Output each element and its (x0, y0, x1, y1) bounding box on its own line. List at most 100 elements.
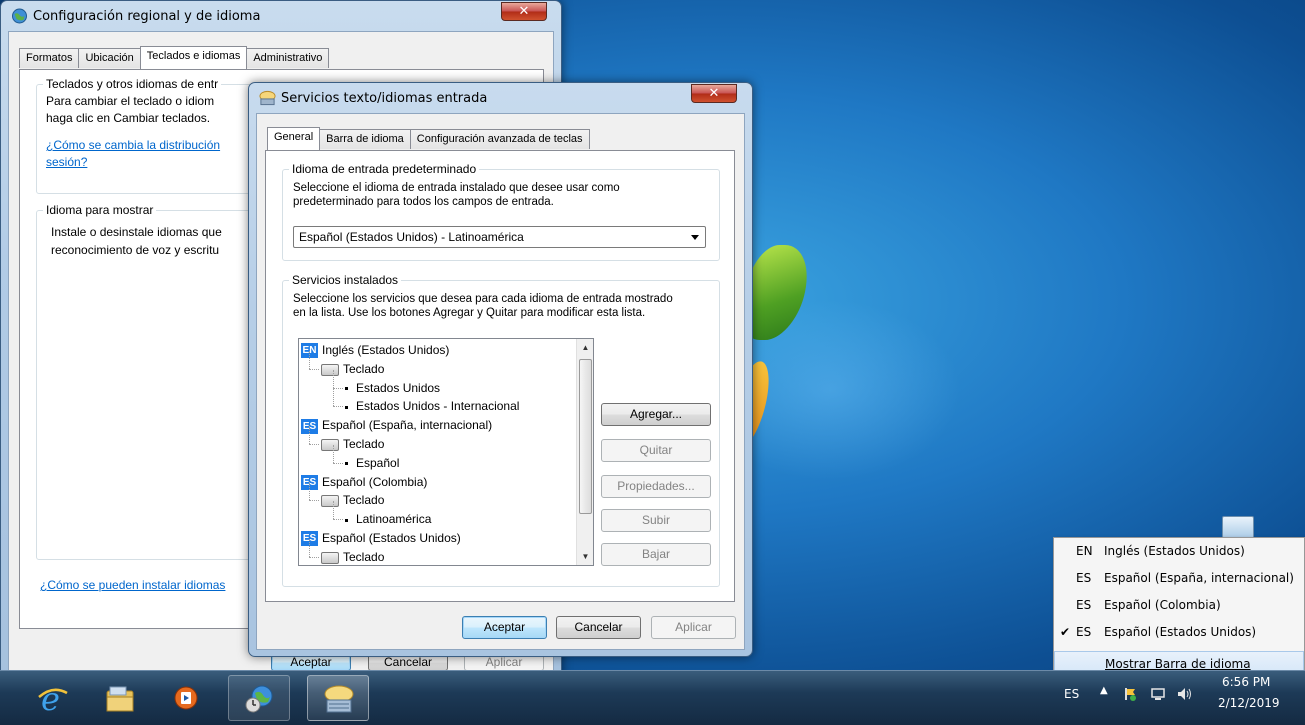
taskbar-text-services[interactable] (307, 675, 369, 721)
taskbar-regional[interactable] (228, 675, 290, 721)
display-language-desc-2: reconocimiento de voz y escritu (51, 243, 220, 257)
tree-node-label: Latinoamérica (356, 512, 432, 527)
lang-menu-item[interactable]: EN Inglés (Estados Unidos) (1054, 539, 1304, 565)
lang-menu-item[interactable]: ES Español (Colombia) (1054, 593, 1304, 619)
taskbar-media-player[interactable] (155, 675, 217, 721)
bullet-icon (345, 462, 348, 466)
tree-node-label: Teclado (343, 549, 385, 564)
installed-services-desc-1: Seleccione los servicios que desea para … (293, 293, 673, 305)
tree-language-node[interactable]: ES Español (Colombia) (301, 473, 427, 491)
tab-barra-idioma[interactable]: Barra de idioma (319, 129, 411, 149)
dialog-apply-button[interactable]: Aplicar (651, 616, 736, 639)
regional-titlebar[interactable]: Configuración regional y de idioma ✕ (1, 1, 561, 31)
volume-icon[interactable] (1176, 686, 1194, 702)
dialog-titlebar[interactable]: Servicios texto/idiomas entrada ✕ (249, 83, 752, 113)
clock-time[interactable]: 6:56 PM (1222, 675, 1270, 689)
tree-scrollbar[interactable]: ▲ ▼ (576, 339, 593, 565)
dialog-cancel-button[interactable]: Cancelar (556, 616, 641, 639)
tree-node-label: Español (Estados Unidos) (322, 531, 461, 545)
tree-node-label: Teclado (343, 493, 385, 508)
tree-layout-node[interactable]: Estados Unidos - Internacional (345, 397, 519, 415)
tree-keyboard-node[interactable]: Teclado (321, 435, 384, 453)
language-menu: EN Inglés (Estados Unidos) ES Español (E… (1053, 537, 1305, 679)
default-language-desc-1: Seleccione el idioma de entrada instalad… (293, 182, 620, 194)
scroll-up-icon[interactable]: ▲ (577, 339, 593, 356)
chevron-down-icon (691, 235, 699, 240)
installed-services-group-title: Servicios instalados (289, 273, 402, 287)
tree-connector (309, 538, 310, 557)
move-down-button[interactable]: Bajar (601, 543, 711, 566)
lang-name: Español (Estados Unidos) (1104, 625, 1257, 639)
tree-language-node[interactable]: ES Español (Estados Unidos) (301, 529, 461, 547)
properties-button[interactable]: Propiedades... (601, 475, 711, 498)
services-tree[interactable]: EN Inglés (Estados Unidos) Teclado Estados … (298, 338, 594, 566)
keyboard-icon (321, 551, 339, 564)
keyboard-speech-icon (259, 90, 276, 106)
tree-connector (333, 444, 334, 463)
tab-administrativo[interactable]: Administrativo (246, 48, 330, 68)
tree-connector (333, 387, 343, 389)
bullet-icon (345, 405, 348, 409)
tree-connector (309, 444, 319, 445)
tree-connector (333, 406, 343, 408)
tree-connector (309, 368, 319, 370)
lang-menu-item[interactable]: ✔ ES Español (Estados Unidos) (1054, 620, 1304, 646)
tab-config-avanzada[interactable]: Configuración avanzada de teclas (409, 129, 590, 149)
clock-date[interactable]: 2/12/2019 (1218, 696, 1280, 710)
lang-code: ES (1076, 625, 1092, 639)
language-services-icon (324, 685, 354, 713)
add-button[interactable]: Agregar... (601, 403, 711, 426)
keyboard-icon (321, 363, 339, 376)
taskbar-ie[interactable]: e (22, 675, 84, 721)
regional-tabs: Formatos Ubicación Teclados e idiomas Ad… (19, 46, 330, 69)
lang-name: Inglés (Estados Unidos) (1104, 544, 1245, 558)
show-hidden-icons-icon[interactable]: ▲ (1100, 685, 1108, 696)
tree-layout-node[interactable]: Latinoamérica (345, 510, 431, 528)
tree-node-label: Teclado (343, 361, 385, 376)
install-languages-link[interactable]: ¿Cómo se pueden instalar idiomas (40, 578, 225, 592)
tab-teclados-idiomas[interactable]: Teclados e idiomas (139, 46, 248, 69)
network-globe-icon (245, 685, 273, 713)
move-up-button[interactable]: Subir (601, 509, 711, 532)
network-icon[interactable] (1150, 686, 1168, 702)
tab-general[interactable]: General (267, 127, 321, 150)
keyboard-icon (321, 438, 339, 451)
lang-menu-item[interactable]: ES Español (España, internacional) (1054, 566, 1304, 592)
dialog-tab-panel: Idioma de entrada predeterminado Selecci… (265, 150, 735, 602)
tree-node-label: Inglés (Estados Unidos) (322, 343, 450, 357)
tree-node-label: Español (Colombia) (322, 474, 428, 489)
default-language-group-title: Idioma de entrada predeterminado (289, 162, 480, 176)
tree-connector (333, 501, 334, 520)
tab-ubicacion[interactable]: Ubicación (78, 48, 141, 68)
remove-button[interactable]: Quitar (601, 439, 711, 462)
tree-language-node[interactable]: ES Español (España, internacional) (301, 416, 492, 434)
dialog-title: Servicios texto/idiomas entrada (281, 91, 488, 106)
installed-services-desc-2: en la lista. Use los botones Agregar y Q… (293, 307, 646, 319)
tree-connector (309, 556, 319, 558)
change-layout-link[interactable]: ¿Cómo se cambia la distribución (46, 137, 220, 154)
tray-language-indicator[interactable]: ES (1064, 687, 1079, 701)
lang-code: EN (1076, 544, 1093, 558)
tree-keyboard-node[interactable]: Teclado (321, 360, 384, 378)
dialog-close-button[interactable]: ✕ (691, 84, 737, 103)
taskbar-explorer[interactable] (89, 675, 151, 721)
tree-language-node[interactable]: EN Inglés (Estados Unidos) (301, 341, 449, 359)
lang-code: ES (1076, 598, 1092, 612)
action-center-flag-icon[interactable] (1122, 686, 1138, 702)
default-language-select[interactable]: Español (Estados Unidos) - Latinoamérica (293, 226, 706, 248)
tree-layout-node[interactable]: Estados Unidos (345, 379, 440, 397)
tree-layout-node[interactable]: Español (345, 454, 399, 472)
scroll-down-icon[interactable]: ▼ (577, 548, 593, 565)
taskbar: e ES ▲ 6:56 PM 2/12/2019 (0, 670, 1305, 725)
scroll-thumb[interactable] (579, 359, 592, 514)
tab-formatos[interactable]: Formatos (19, 48, 80, 68)
tree-keyboard-node[interactable]: Teclado (321, 548, 385, 565)
tree-connector (309, 500, 319, 502)
change-layout-link-2[interactable]: sesión? (46, 154, 220, 171)
dialog-ok-button[interactable]: Aceptar (462, 616, 547, 639)
svg-text:e: e (41, 683, 60, 713)
regional-close-button[interactable]: ✕ (501, 2, 547, 21)
tree-connector (333, 369, 334, 388)
tree-keyboard-node[interactable]: Teclado (321, 491, 384, 509)
checkmark-icon: ✔ (1060, 625, 1071, 639)
